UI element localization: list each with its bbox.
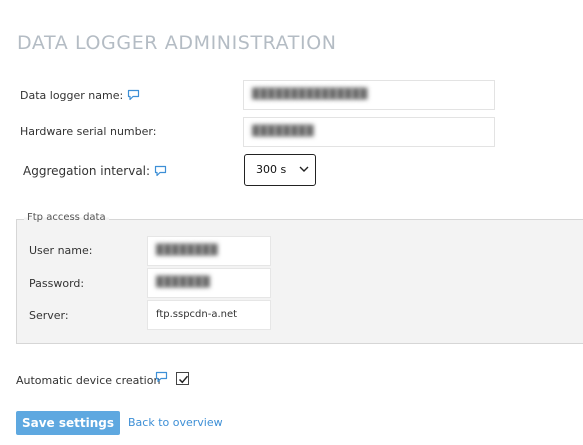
ftp-password-input[interactable]: ███████ xyxy=(147,268,271,298)
ftp-user-input[interactable]: ████████ xyxy=(147,236,271,266)
ftp-password-value: ███████ xyxy=(156,277,210,288)
ftp-fieldset xyxy=(16,219,583,344)
ftp-user-label: User name: xyxy=(29,244,93,257)
aggregation-selected-value: 300 s xyxy=(256,163,287,176)
ftp-server-input[interactable]: ftp.sspcdn-a.net xyxy=(147,300,271,330)
logger-name-row-label: Data logger name: xyxy=(20,89,140,103)
aggregation-row-label: Aggregation interval: xyxy=(23,164,167,178)
speech-bubble-icon[interactable] xyxy=(155,368,168,383)
chevron-down-icon xyxy=(299,166,309,172)
logger-name-label: Data logger name: xyxy=(20,89,124,102)
save-settings-button[interactable]: Save settings xyxy=(16,411,120,435)
ftp-password-label: Password: xyxy=(29,277,85,290)
logger-name-input[interactable]: ███████████████ xyxy=(243,80,495,110)
serial-input: ████████ xyxy=(243,117,495,147)
logger-name-value: ███████████████ xyxy=(252,89,368,100)
auto-device-checkbox[interactable] xyxy=(176,372,189,385)
serial-value: ████████ xyxy=(252,126,314,137)
aggregation-select[interactable]: 300 s xyxy=(244,154,316,186)
ftp-server-value: ftp.sspcdn-a.net xyxy=(156,309,238,320)
speech-bubble-icon[interactable] xyxy=(154,165,167,177)
ftp-server-label: Server: xyxy=(29,309,69,322)
aggregation-label: Aggregation interval: xyxy=(23,164,151,178)
page-title: DATA LOGGER ADMINISTRATION xyxy=(17,32,337,54)
checkmark-icon xyxy=(178,375,189,384)
auto-device-label: Automatic device creation xyxy=(16,374,161,387)
ftp-legend: Ftp access data xyxy=(24,212,109,223)
ftp-user-value: ████████ xyxy=(156,245,218,256)
auto-device-row-label: Automatic device creation xyxy=(16,374,160,388)
back-to-overview-link[interactable]: Back to overview xyxy=(128,416,223,429)
serial-label: Hardware serial number: xyxy=(20,125,157,138)
speech-bubble-icon[interactable] xyxy=(127,89,140,101)
